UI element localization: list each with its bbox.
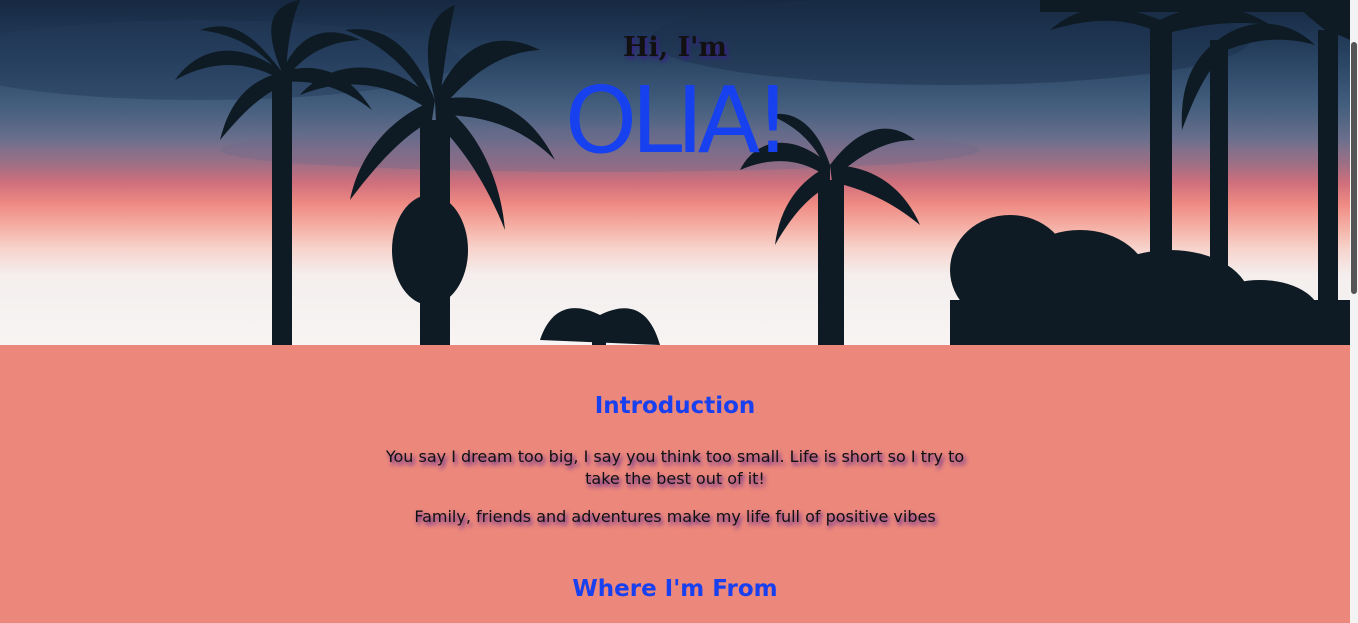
intro-paragraph-1: You say I dream too big, I say you think… — [385, 447, 965, 488]
introduction-section: Introduction You say I dream too big, I … — [0, 345, 1350, 623]
hero-greeting: Hi, I'm — [622, 32, 728, 63]
scrollbar-thumb[interactable] — [1351, 42, 1357, 294]
intro-paragraph-2: Family, friends and adventures make my l… — [414, 507, 936, 526]
hero-banner: Hi, I'm OLIA! — [0, 0, 1350, 345]
hero-name: OLIA! — [564, 67, 792, 174]
page-scrollbar[interactable] — [1350, 0, 1358, 623]
introduction-heading: Introduction — [594, 393, 756, 419]
where-from-heading: Where I'm From — [572, 576, 778, 602]
page: Hi, I'm OLIA! Introduction You say I dre… — [0, 0, 1350, 623]
